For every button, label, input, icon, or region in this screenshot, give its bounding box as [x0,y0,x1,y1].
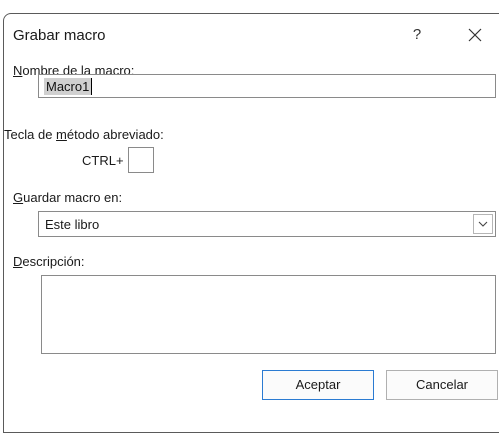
text-caret [91,78,92,95]
description-label-text: escripción: [22,254,85,269]
dialog-title: Grabar macro [13,27,106,44]
store-in-label: Guardar macro en: [13,190,122,205]
shortcut-label-pre: Tecla de [4,127,57,142]
ok-button[interactable]: Aceptar [262,370,374,400]
dropdown-button[interactable] [473,214,493,234]
store-in-selected: Este libro [45,217,100,232]
chevron-down-icon [478,221,488,227]
store-in-label-text: uardar macro en: [23,190,123,205]
description-label-accel: D [13,254,23,269]
store-in-select[interactable]: Este libro [38,211,496,237]
description-label: Descripción: [13,254,85,269]
macro-name-value: Macro1 [44,78,92,95]
close-button[interactable] [462,22,488,48]
shortcut-label: Tecla de método abreviado: [4,127,164,142]
help-button[interactable]: ? [404,22,430,48]
macro-name-label-accel: N [13,63,23,78]
cancel-button[interactable]: Cancelar [386,370,498,400]
close-icon [468,28,482,42]
description-textarea[interactable] [41,275,496,354]
store-in-label-accel: G [13,190,24,205]
shortcut-label-post: étodo abreviado: [66,127,164,142]
ctrl-prefix-label: CTRL+ [82,153,124,168]
macro-name-input[interactable]: Macro1 [38,74,496,98]
shortcut-key-input[interactable] [128,147,154,173]
shortcut-label-accel: m [56,127,67,142]
